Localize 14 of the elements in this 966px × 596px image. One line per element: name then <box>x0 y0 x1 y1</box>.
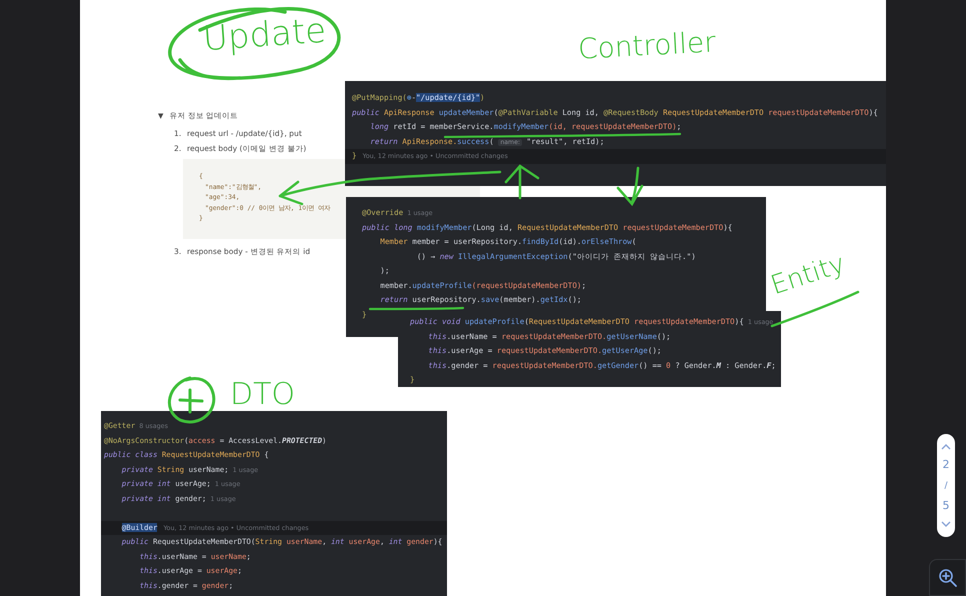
ink-arrow <box>616 166 644 206</box>
caret-down-icon[interactable] <box>941 521 951 528</box>
current-page: 2 <box>942 458 950 471</box>
handwritten-label: Entity <box>768 250 848 300</box>
page-separator: / <box>944 480 948 492</box>
handwritten-label: DTO <box>230 380 296 410</box>
handwritten-label: Update <box>202 14 328 56</box>
ink-plus-circle-icon <box>168 376 216 424</box>
zoom-in-icon <box>938 568 958 588</box>
caret-up-icon[interactable] <box>941 443 951 450</box>
total-pages: 5 <box>942 500 950 512</box>
zoom-in-button[interactable] <box>929 559 966 596</box>
handwritten-label: Controller <box>577 28 716 64</box>
ink-arrow <box>504 164 540 200</box>
